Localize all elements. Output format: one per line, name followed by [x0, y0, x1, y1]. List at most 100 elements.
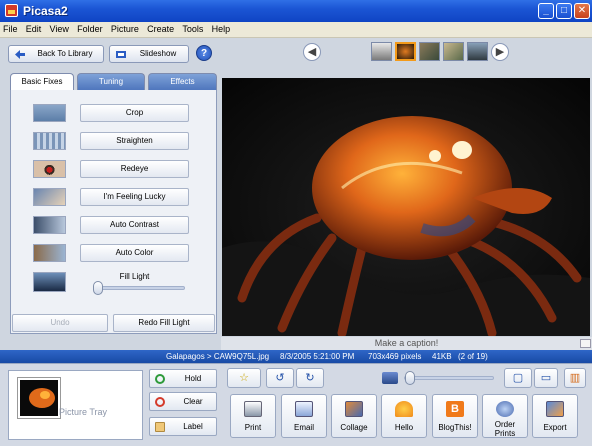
printer-icon — [244, 401, 262, 417]
auto-contrast-button[interactable]: Auto Contrast — [80, 216, 189, 234]
hello-button[interactable]: Hello — [381, 394, 427, 438]
status-size: 41KB — [432, 352, 452, 361]
color-levels-button[interactable]: ▥ — [564, 368, 586, 388]
filmstrip-thumb[interactable] — [467, 42, 488, 61]
fix-row-straighten: Straighten — [33, 132, 203, 150]
star-button[interactable]: ☆ — [227, 368, 261, 388]
menu-help[interactable]: Help — [209, 22, 234, 34]
filmstrip-thumb[interactable] — [371, 42, 392, 61]
caption-field[interactable]: Make a caption! — [221, 337, 592, 350]
menu-tools[interactable]: Tools — [179, 22, 206, 34]
email-icon — [295, 401, 313, 417]
print-button[interactable]: Print — [230, 394, 276, 438]
collage-button[interactable]: Collage — [331, 394, 377, 438]
zoom-slider-handle[interactable] — [405, 371, 415, 385]
title-bar: Picasa2 _ □ ✕ — [0, 0, 592, 22]
tab-tuning[interactable]: Tuning — [77, 73, 145, 90]
picture-tray-label: Picture Tray — [59, 407, 108, 417]
fill-light-slider-track[interactable] — [95, 286, 185, 290]
auto-color-button[interactable]: Auto Color — [80, 244, 189, 262]
zoom-icon — [382, 372, 398, 384]
minimize-button[interactable]: _ — [538, 3, 554, 19]
slideshow-icon — [116, 51, 126, 58]
fit-view-button[interactable]: ▢ — [504, 368, 532, 388]
maximize-button[interactable]: □ — [556, 3, 572, 19]
zoom-slider-track[interactable] — [404, 376, 494, 380]
auto-contrast-icon — [33, 216, 66, 234]
auto-color-icon — [33, 244, 66, 262]
lucky-icon — [33, 188, 66, 206]
crop-button[interactable]: Crop — [80, 104, 189, 122]
picasa-app-icon — [5, 4, 18, 17]
tab-effects[interactable]: Effects — [148, 73, 217, 90]
filmstrip-thumb[interactable] — [443, 42, 464, 61]
fix-row-auto-contrast: Auto Contrast — [33, 216, 203, 234]
status-path: Galapagos > CAW9Q75L.jpg — [166, 352, 270, 361]
order-prints-button[interactable]: Order Prints — [482, 394, 528, 438]
menu-view[interactable]: View — [47, 22, 72, 34]
fill-light-slider-handle[interactable] — [93, 281, 103, 295]
menu-file[interactable]: File — [0, 22, 21, 34]
photo-crab-image[interactable] — [222, 78, 590, 336]
feeling-lucky-button[interactable]: I'm Feeling Lucky — [80, 188, 189, 206]
hold-icon — [155, 374, 165, 384]
tab-basic-fixes[interactable]: Basic Fixes — [10, 73, 74, 91]
photo-view: ◀ ▶ Make a caption! — [221, 38, 592, 350]
undo-button[interactable]: Undo — [12, 314, 108, 332]
next-photo-button[interactable]: ▶ — [491, 43, 509, 61]
export-button[interactable]: Export — [532, 394, 578, 438]
slideshow-button[interactable]: Slideshow — [109, 45, 189, 63]
fix-row-crop: Crop — [33, 104, 203, 122]
export-icon — [546, 401, 564, 417]
filmstrip-thumb-selected[interactable] — [395, 42, 416, 61]
label-button[interactable]: Label — [149, 417, 217, 436]
rotate-right-button[interactable]: ↻ — [296, 368, 324, 388]
menu-folder[interactable]: Folder — [74, 22, 106, 34]
fill-light-icon — [33, 272, 66, 292]
order-prints-icon — [496, 401, 514, 417]
blogger-icon: B — [446, 401, 464, 417]
hold-button[interactable]: Hold — [149, 369, 217, 388]
tray-thumb-photo — [20, 380, 58, 416]
actual-size-button[interactable]: ▭ — [534, 368, 558, 388]
rotate-left-button[interactable]: ↺ — [266, 368, 294, 388]
help-button[interactable]: ? — [196, 45, 212, 61]
back-arrow-icon — [15, 50, 25, 59]
status-position: (2 of 19) — [458, 352, 488, 361]
main-area: Back To Library Slideshow ? Basic Fixes … — [0, 38, 592, 350]
menu-edit[interactable]: Edit — [23, 22, 45, 34]
tray-thumbnail[interactable] — [18, 378, 60, 418]
clear-button[interactable]: Clear — [149, 392, 217, 411]
close-button[interactable]: ✕ — [574, 3, 590, 19]
back-to-library-button[interactable]: Back To Library — [8, 45, 104, 63]
window-title: Picasa2 — [23, 4, 68, 18]
menu-create[interactable]: Create — [144, 22, 177, 34]
filmstrip-thumb[interactable] — [419, 42, 440, 61]
status-dimensions: 703x469 pixels — [368, 352, 422, 361]
crop-icon — [33, 104, 66, 122]
menu-bar: File Edit View Folder Picture Create Too… — [0, 22, 592, 38]
redo-fill-light-button[interactable]: Redo Fill Light — [113, 314, 215, 332]
hello-icon — [395, 401, 413, 417]
menu-picture[interactable]: Picture — [108, 22, 142, 34]
straighten-button[interactable]: Straighten — [80, 132, 189, 150]
previous-photo-button[interactable]: ◀ — [303, 43, 321, 61]
fix-row-auto-color: Auto Color — [33, 244, 203, 262]
picture-tray-panel: Picture Tray Hold Clear Label ☆ ↺ ↻ ▢ ▭ … — [0, 363, 592, 446]
fill-light-label: Fill Light — [119, 272, 150, 281]
status-date: 8/3/2005 5:21:00 PM — [280, 352, 355, 361]
email-button[interactable]: Email — [281, 394, 327, 438]
edit-panel: Back To Library Slideshow ? Basic Fixes … — [4, 40, 219, 346]
fix-row-redeye: Redeye — [33, 160, 203, 178]
fix-row-lucky: I'm Feeling Lucky — [33, 188, 203, 206]
picture-tray[interactable]: Picture Tray — [8, 370, 143, 440]
blogthis-button[interactable]: B BlogThis! — [432, 394, 478, 438]
straighten-icon — [33, 132, 66, 150]
label-icon — [155, 422, 165, 432]
crab-photo-illustration — [222, 78, 590, 336]
caption-clear-icon[interactable] — [580, 339, 591, 348]
redeye-button[interactable]: Redeye — [80, 160, 189, 178]
redeye-icon — [33, 160, 66, 178]
status-bar: Galapagos > CAW9Q75L.jpg 8/3/2005 5:21:0… — [0, 350, 592, 363]
clear-icon — [155, 397, 165, 407]
